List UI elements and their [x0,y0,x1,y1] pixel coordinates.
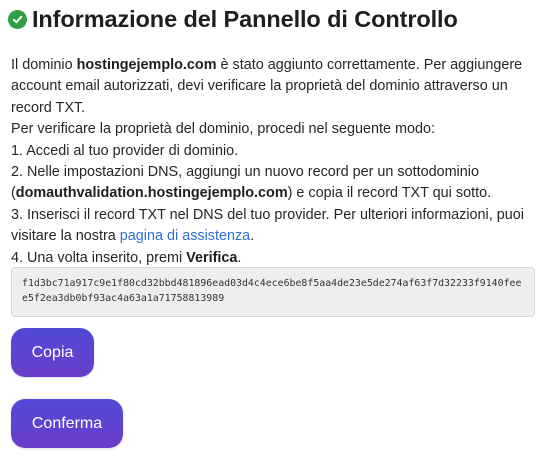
step-text: 4. Una volta inserito, premi [11,249,187,266]
header: Informazione del Pannello di Controllo [8,6,458,33]
support-page-link[interactable]: pagina di assistenza [120,228,250,244]
verify-keyword: Verifica [186,249,238,266]
page-title: Informazione del Pannello di Controllo [32,6,458,32]
step-3: 3. Inserisci il record TXT nel DNS del t… [11,205,543,248]
txt-record-box[interactable]: f1d3bc71a917c9e1f80cd32bbd481896ead03d4c… [11,267,535,317]
step-1: 1. Accedi al tuo provider di dominio. [11,142,239,159]
subdomain-name: domauthvalidation.hostingejemplo.com [15,185,288,202]
step-text: . [237,249,242,266]
instructions-intro: Per verificare la proprietà del dominio,… [11,121,435,138]
step-text: . [250,228,255,245]
copy-button[interactable]: Copia [11,328,94,377]
domain-name: hostingejemplo.com [76,57,217,73]
step-4: 4. Una volta inserito, premi Verifica. [11,248,543,269]
instructions: Il dominio hostingejemplo.com è stato ag… [11,55,543,269]
message-text: Il dominio [11,57,77,73]
step-2: 2. Nelle impostazioni DNS, aggiungi un n… [11,162,543,205]
check-circle-icon [8,10,27,29]
domain-added-message: Il dominio hostingejemplo.com è stato ag… [11,55,543,119]
step-text: 3. Inserisci il record TXT nel DNS del t… [11,206,524,245]
step-text: ) e copia il record TXT qui sotto. [287,185,492,202]
confirm-button[interactable]: Conferma [11,399,123,448]
